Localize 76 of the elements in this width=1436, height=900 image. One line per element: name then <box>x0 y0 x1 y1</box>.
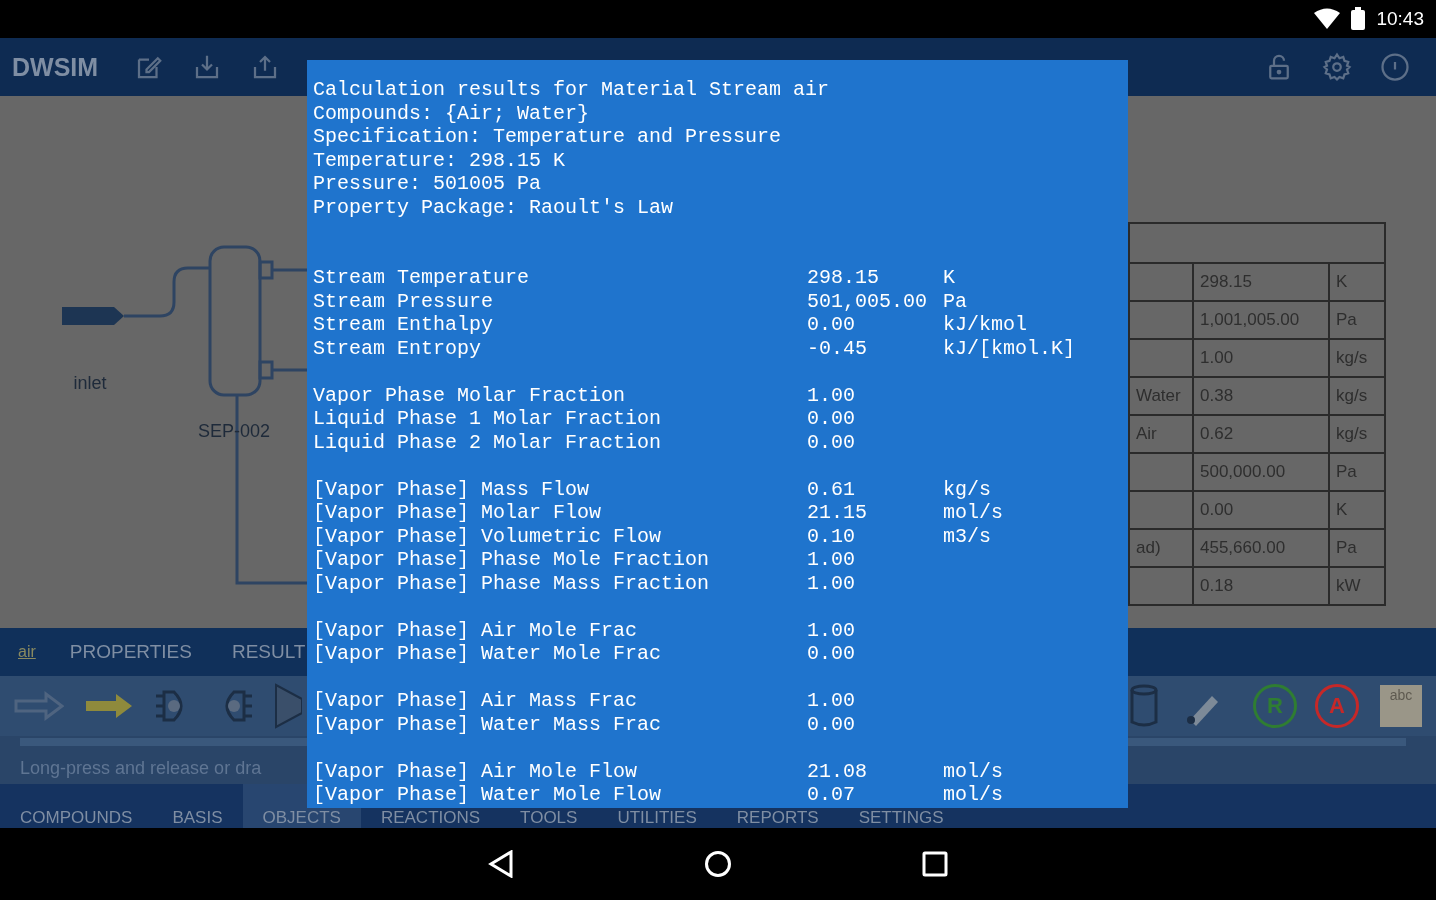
result-label: [Vapor Phase] Volumetric Flow <box>313 524 663 548</box>
result-unit: Pa <box>943 289 968 313</box>
object-name: air <box>18 643 36 661</box>
result-label: Stream Entropy <box>313 336 483 360</box>
table-cell: 1,001,005.00 <box>1200 310 1300 329</box>
table-cell: kg/s <box>1336 386 1368 405</box>
table-cell: 0.38 <box>1200 386 1234 405</box>
result-value: 0.00 <box>807 313 856 337</box>
table-cell: Pa <box>1336 310 1357 329</box>
result-unit: K <box>943 266 956 290</box>
result-label: [Vapor Phase] Phase Mole Fraction <box>313 548 711 572</box>
table-cell: Pa <box>1336 462 1357 481</box>
result-unit: m3/s <box>943 524 992 548</box>
result-value: 21.08 <box>807 759 868 783</box>
result-header-line: Specification: Temperature and Pressure <box>313 125 783 149</box>
result-value: 298.15 <box>807 266 880 290</box>
table-cell: 1.00 <box>1200 348 1234 367</box>
result-value: 0.00 <box>807 712 856 736</box>
clock-time: 10:43 <box>1376 8 1424 30</box>
result-label: Vapor Phase Molar Fraction <box>313 383 627 407</box>
result-label: Stream Temperature <box>313 266 531 290</box>
result-label: Liquid Phase 1 Molar Fraction <box>313 407 663 431</box>
result-header-line: Compounds: {Air; Water} <box>313 101 591 125</box>
table-cell: 298.15 <box>1200 272 1252 291</box>
result-header-line: Temperature: 298.15 K <box>313 148 567 172</box>
result-label: [Vapor Phase] Water Mole Frac <box>313 642 663 666</box>
result-value: -0.45 <box>807 336 868 360</box>
result-value: 0.00 <box>807 642 856 666</box>
result-value: 501,005.00 <box>807 289 929 313</box>
table-cell: kW <box>1336 576 1361 595</box>
app-title: DWSIM <box>12 52 99 82</box>
result-header-line: Calculation results for Material Stream air <box>313 78 831 102</box>
result-unit: mol/s <box>943 783 1004 807</box>
table-cell: 0.62 <box>1200 424 1234 443</box>
result-label: Stream Pressure <box>313 289 495 313</box>
result-label: [Vapor Phase] Air Mole Flow <box>313 759 639 783</box>
result-value: 0.10 <box>807 524 856 548</box>
table-cell: ad) <box>1136 538 1161 557</box>
table-cell: 500,000.00 <box>1200 462 1286 481</box>
result-label: [Vapor Phase] Air Mole Frac <box>313 618 639 642</box>
result-value: 1.00 <box>807 383 856 407</box>
result-unit: kJ/[kmol.K] <box>943 336 1077 360</box>
table-cell: K <box>1336 272 1348 291</box>
result-label: [Vapor Phase] Water Mass Frac <box>313 712 663 736</box>
result-value: 0.00 <box>807 407 856 431</box>
result-value: 1.00 <box>807 618 856 642</box>
result-header-line: Pressure: 501005 Pa <box>313 172 543 196</box>
result-value: 1.00 <box>807 689 856 713</box>
result-label: [Vapor Phase] Mass Flow <box>313 477 591 501</box>
result-label: [Vapor Phase] Air Mass Frac <box>313 689 639 713</box>
result-header-line: Property Package: Raoult's Law <box>313 195 675 219</box>
result-unit: mol/s <box>943 759 1004 783</box>
result-value: 1.00 <box>807 548 856 572</box>
result-unit: kJ/kmol <box>943 313 1028 337</box>
table-cell: Water <box>1136 386 1181 405</box>
result-value: 21.15 <box>807 501 868 525</box>
result-value: 0.00 <box>807 430 856 454</box>
result-unit: kg/s <box>943 477 992 501</box>
result-unit: mol/s <box>943 501 1004 525</box>
table-cell: Pa <box>1336 538 1357 557</box>
result-value: 0.61 <box>807 477 856 501</box>
table-cell: Air <box>1136 424 1157 443</box>
stream-label: inlet <box>73 373 107 393</box>
result-value: 0.07 <box>807 783 856 807</box>
result-label: [Vapor Phase] Phase Mass Fraction <box>313 571 711 595</box>
result-label: Liquid Phase 2 Molar Fraction <box>313 430 663 454</box>
table-cell: 455,660.00 <box>1200 538 1286 557</box>
table-cell: kg/s <box>1336 424 1368 443</box>
table-cell: K <box>1336 500 1348 519</box>
result-label: [Vapor Phase] Molar Flow <box>313 501 603 525</box>
table-cell: 0.18 <box>1200 576 1234 595</box>
result-value: 1.00 <box>807 571 856 595</box>
table-cell: kg/s <box>1336 348 1368 367</box>
separator-label: SEP-002 <box>198 421 270 441</box>
result-label: Stream Enthalpy <box>313 313 495 337</box>
table-cell: 0.00 <box>1200 500 1234 519</box>
